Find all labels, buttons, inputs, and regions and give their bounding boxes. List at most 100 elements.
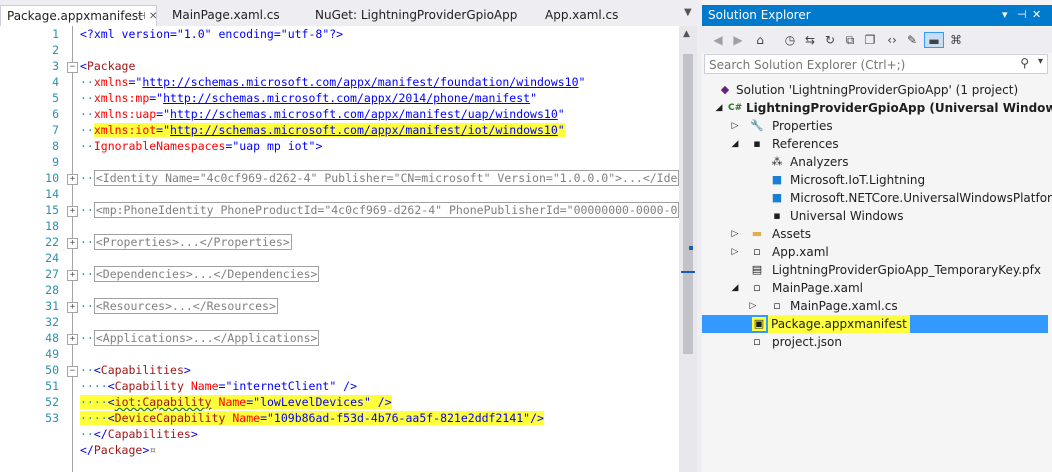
- tree-item-analyzers[interactable]: ⁂ Analyzers: [702, 153, 1048, 171]
- solution-tree: ◆ Solution 'LightningProviderGpioApp' (1…: [702, 78, 1052, 472]
- tree-item-mainpage-xaml[interactable]: ◢ ▫ MainPage.xaml: [702, 279, 1048, 297]
- csharp-project-icon: C#: [728, 103, 743, 113]
- tab-label: Package.appxmanifest: [7, 9, 143, 23]
- copy-icon[interactable]: ❐: [862, 32, 878, 48]
- collapse-icon[interactable]: ◢: [730, 279, 740, 297]
- code-line: <Package: [80, 59, 136, 73]
- code-line: ··xmlns:mp="http://schemas.microsoft.com…: [80, 91, 537, 105]
- code-line: ··IgnorableNamespaces="uap mp iot">: [80, 139, 323, 153]
- scroll-marker: [681, 271, 695, 273]
- chevron-down-icon[interactable]: ▾: [1002, 8, 1008, 21]
- tree-item-reference[interactable]: ■ Microsoft.NETCore.UniversalWindowsPlat…: [702, 189, 1052, 207]
- line-number: 7: [52, 123, 59, 137]
- expand-icon[interactable]: +: [67, 174, 78, 185]
- tab-app-xaml-cs[interactable]: App.xaml.cs: [545, 5, 618, 26]
- tree-item-properties[interactable]: ▷ 🔧 Properties: [702, 117, 1048, 135]
- expand-icon[interactable]: +: [67, 238, 78, 249]
- line-number: 6: [52, 107, 59, 121]
- expand-icon[interactable]: +: [67, 270, 78, 281]
- line-number: 24: [45, 251, 59, 265]
- expand-icon[interactable]: +: [67, 334, 78, 345]
- json-file-icon: ▫: [753, 335, 761, 348]
- tree-item-mainpage-cs[interactable]: ▷ ▫ MainPage.xaml.cs: [702, 297, 1048, 315]
- line-number: 49: [45, 347, 59, 361]
- tab-nuget[interactable]: NuGet: LightningProviderGpioApp: [315, 5, 517, 26]
- code-line: ··</Capabilities>: [80, 427, 198, 441]
- tab-label: NuGet: LightningProviderGpioApp: [315, 8, 518, 22]
- search-input[interactable]: [707, 56, 1011, 74]
- close-icon[interactable]: ✕: [1032, 8, 1041, 21]
- scroll-thumb[interactable]: [683, 54, 693, 354]
- code-line: ··xmlns="http://schemas.microsoft.com/ap…: [80, 75, 586, 89]
- tree-item-project[interactable]: ◢ C# LightningProviderGpioApp (Universal…: [702, 99, 1052, 117]
- pin-icon[interactable]: ⊣: [1017, 8, 1027, 21]
- csharp-file-icon: ▫: [773, 299, 781, 312]
- refresh-icon[interactable]: ↻: [822, 32, 838, 48]
- tree-item-project-json[interactable]: ▫ project.json: [702, 333, 1048, 351]
- tree-item-package-appxmanifest[interactable]: ▣ Package.appxmanifest: [702, 315, 1048, 333]
- code-line-collapsed: ·· <Dependencies>...</Dependencies>: [80, 266, 320, 282]
- line-number: 1: [52, 27, 59, 41]
- expand-icon[interactable]: ▷: [748, 297, 758, 315]
- wrench-icon[interactable]: ✎: [904, 32, 920, 48]
- code-line-collapsed: ·· <Resources>...</Resources>: [80, 298, 278, 314]
- line-number: 48: [45, 331, 59, 345]
- code-editor[interactable]: 1 2 3 4 5 6 7 8 9 10 14 15 18 22 24 27 2…: [0, 26, 697, 472]
- chevron-down-icon[interactable]: ▼: [684, 7, 692, 18]
- tab-label: App.xaml.cs: [545, 8, 619, 22]
- expand-icon[interactable]: +: [67, 206, 78, 217]
- scroll-marker: [689, 246, 693, 250]
- collapse-icon[interactable]: ◢: [730, 135, 740, 153]
- line-number: 14: [45, 187, 59, 201]
- line-number: 2: [52, 43, 59, 57]
- reference-icon: ▪: [773, 209, 781, 222]
- code-icon[interactable]: ‹›: [884, 32, 900, 48]
- home-icon[interactable]: ⌂: [752, 32, 768, 48]
- editor-tab-bar: Package.appxmanifest ⊣ ✕ MainPage.xaml.c…: [0, 0, 697, 26]
- expand-icon[interactable]: ▷: [730, 243, 740, 261]
- sync-icon[interactable]: ⇆: [802, 32, 818, 48]
- tab-package-appxmanifest[interactable]: Package.appxmanifest ⊣ ✕: [0, 5, 157, 26]
- vertical-scrollbar[interactable]: ▲: [679, 26, 697, 472]
- chevron-down-icon[interactable]: ▾: [1038, 56, 1043, 67]
- line-number: 32: [45, 315, 59, 329]
- solution-explorer: Solution Explorer ▾ ⊣ ✕ ◀ ▶ ⌂ ◷ ⇆ ↻ ⧉ ❐ …: [702, 0, 1052, 472]
- line-number: 53: [45, 411, 59, 425]
- code-line: ··<Capabilities>: [80, 363, 191, 377]
- solution-explorer-toolbar: ◀ ▶ ⌂ ◷ ⇆ ↻ ⧉ ❐ ‹› ✎ ▬ ⌘: [702, 27, 1052, 53]
- collapse-icon[interactable]: −: [67, 366, 78, 377]
- file-icon: ▫: [753, 245, 761, 258]
- tree-item-reference[interactable]: ▪ Universal Windows: [702, 207, 1048, 225]
- expand-icon[interactable]: ▷: [730, 117, 740, 135]
- collapse-icon[interactable]: −: [67, 62, 78, 73]
- solution-search-box[interactable]: ⚲ ▾: [704, 54, 1048, 74]
- line-number: 4: [52, 75, 59, 89]
- tree-item-solution[interactable]: ◆ Solution 'LightningProviderGpioApp' (1…: [702, 81, 1048, 99]
- chevron-up-icon[interactable]: ▲: [683, 29, 690, 39]
- forward-icon[interactable]: ▶: [730, 32, 746, 48]
- line-number: 31: [45, 299, 59, 313]
- preview-icon[interactable]: ▬: [924, 32, 944, 48]
- collapse-all-icon[interactable]: ⧉: [842, 32, 858, 48]
- line-number: 8: [52, 139, 59, 153]
- tree-item-key-file[interactable]: ▤ LightningProviderGpioApp_TemporaryKey.…: [702, 261, 1048, 279]
- certificate-icon: ▤: [751, 263, 763, 276]
- folder-icon: ▬: [751, 227, 763, 240]
- search-icon[interactable]: ⚲: [1020, 56, 1029, 70]
- pin-icon[interactable]: ⊣: [137, 6, 146, 27]
- collapse-icon[interactable]: ◢: [714, 99, 724, 117]
- expand-icon[interactable]: +: [67, 302, 78, 313]
- expand-icon[interactable]: ▷: [730, 225, 740, 243]
- line-number: 51: [45, 379, 59, 393]
- tree-item-assets[interactable]: ▷ ▬ Assets: [702, 225, 1048, 243]
- back-icon[interactable]: ◀: [710, 32, 726, 48]
- tree-item-reference[interactable]: ■ Microsoft.IoT.Lightning: [702, 171, 1048, 189]
- code-line-collapsed: ·· <Properties>...</Properties>: [80, 234, 292, 250]
- history-icon[interactable]: ◷: [782, 32, 798, 48]
- solution-icon: ◆: [720, 83, 730, 96]
- tree-item-references[interactable]: ◢ ▪ References: [702, 135, 1048, 153]
- tab-mainpage-xaml-cs[interactable]: MainPage.xaml.cs: [172, 5, 280, 26]
- diagram-icon[interactable]: ⌘: [948, 32, 964, 48]
- tree-item-app-xaml[interactable]: ▷ ▫ App.xaml: [702, 243, 1048, 261]
- close-icon[interactable]: ✕: [149, 6, 157, 27]
